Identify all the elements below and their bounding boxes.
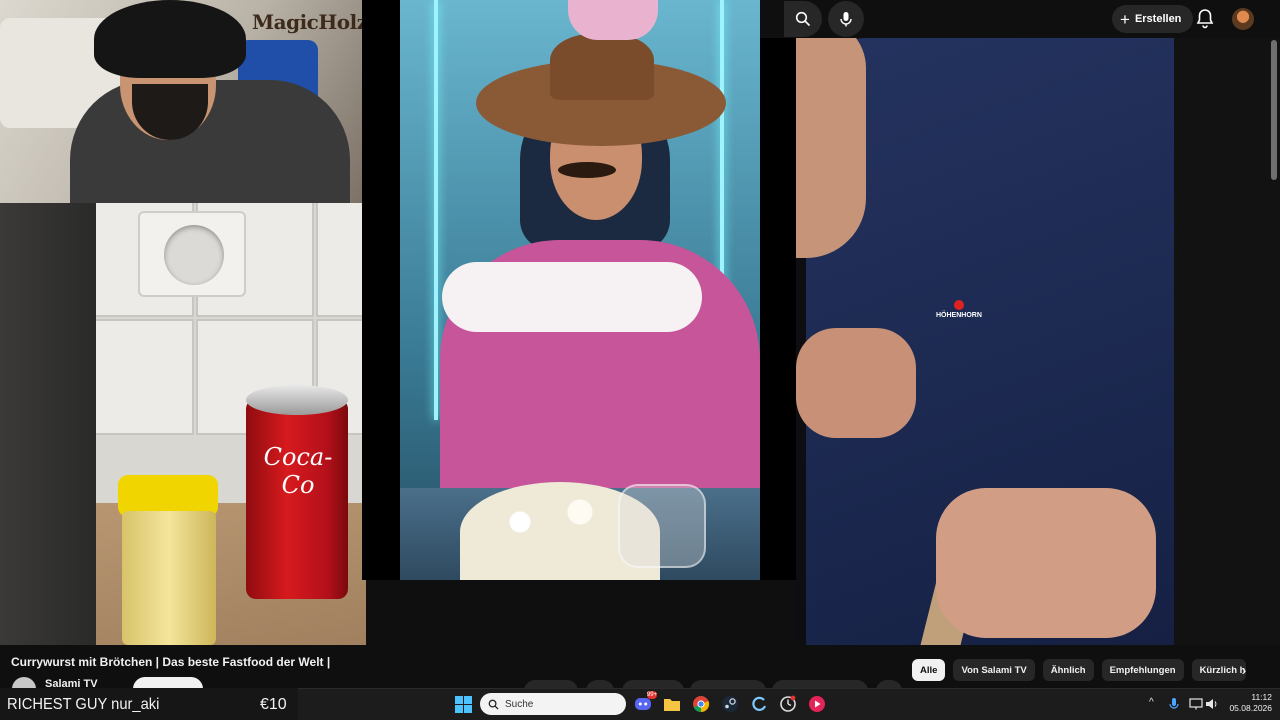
jacket-brand-logo: HÖHENHORN <box>936 300 982 319</box>
file-explorer-button[interactable] <box>662 694 682 714</box>
right-video: HÖHENHORN <box>796 38 1174 645</box>
kitchen-scene: Coca-Co <box>96 203 366 645</box>
microphone-icon <box>840 12 852 27</box>
chrome-button[interactable] <box>691 694 711 714</box>
donation-text: RICHEST GUY nur_aki <box>7 696 160 713</box>
steam-icon <box>722 696 738 712</box>
oil-jar <box>114 475 224 645</box>
can-logo: Coca-Co <box>263 443 333 499</box>
man-head <box>796 38 866 258</box>
notifications-bell-icon[interactable] <box>1195 8 1215 30</box>
wall-tile <box>96 319 194 435</box>
windows-icon <box>454 695 472 713</box>
play-app-icon <box>809 696 825 712</box>
chrome-icon <box>693 696 710 713</box>
video-info-strip: Currywurst mit Brötchen | Das beste Fast… <box>0 645 1280 688</box>
microphone-icon <box>1169 698 1179 709</box>
network-tray-button[interactable] <box>1188 695 1204 713</box>
video-title: Currywurst mit Brötchen | Das beste Fast… <box>11 655 331 669</box>
hand <box>936 488 1156 638</box>
create-button[interactable]: + Erstellen <box>1112 5 1194 33</box>
save-button[interactable] <box>690 680 766 688</box>
search-placeholder: Suche <box>505 698 534 710</box>
fur-trim <box>442 262 702 332</box>
donation-overlay: RICHEST GUY nur_aki €10 <box>0 688 298 720</box>
speaker-icon <box>1206 699 1217 709</box>
app-button-clock[interactable] <box>778 694 798 714</box>
volume-tray-button[interactable] <box>1204 695 1220 713</box>
discord-icon <box>635 698 651 710</box>
channel-name[interactable]: Salami TV <box>45 678 98 688</box>
vertical-video <box>400 0 760 580</box>
taskbar-search[interactable]: Suche <box>480 693 626 715</box>
chevron-up-icon[interactable]: ^ <box>1149 697 1154 708</box>
donation-amount: €10 <box>260 696 287 713</box>
dislike-button[interactable] <box>586 680 614 688</box>
wall-tile <box>316 203 366 317</box>
search-icon <box>795 11 811 27</box>
discord-taskbar-button[interactable]: 99+ <box>633 691 657 714</box>
chip-all[interactable]: Alle <box>912 659 946 681</box>
cola-can: Coca-Co <box>246 385 348 603</box>
microphone-tray-button[interactable] <box>1166 695 1182 713</box>
search-button[interactable] <box>784 1 822 37</box>
page-right-margin <box>1174 38 1280 645</box>
video-player[interactable]: MagicHolz Coca-Co HÖHENHORN + Erstellen <box>0 0 1280 645</box>
monitor-network-icon <box>1189 698 1203 710</box>
clock-time: 11:12 <box>1251 692 1272 702</box>
share-button[interactable] <box>622 680 684 688</box>
channel-avatar[interactable] <box>12 677 36 688</box>
app-button-c[interactable] <box>749 694 769 714</box>
streamer-cap <box>94 0 246 78</box>
video-left-edge <box>0 203 96 645</box>
search-icon <box>488 699 499 710</box>
facecam-overlay: MagicHolz <box>0 0 362 203</box>
clock-date: 05.08.2026 <box>1229 703 1272 713</box>
fake-mustache <box>558 162 616 178</box>
bunny-ears <box>568 0 658 40</box>
app-button-play[interactable] <box>807 694 827 714</box>
more-actions-button[interactable] <box>876 680 902 688</box>
account-avatar[interactable] <box>1232 8 1254 30</box>
notification-badge: 99+ <box>646 691 658 699</box>
plus-icon: + <box>1120 9 1130 29</box>
page-scrollbar[interactable] <box>1271 40 1277 180</box>
cowboy-hat-crown <box>550 34 654 100</box>
chip-similar[interactable]: Ähnlich <box>1042 659 1094 681</box>
steam-button[interactable] <box>720 694 740 714</box>
related-filter-chips: Alle Von Salami TV Ähnlich Empfehlungen … <box>912 659 1246 681</box>
create-label: Erstellen <box>1134 13 1182 25</box>
folder-icon <box>664 698 680 711</box>
power-socket <box>138 211 246 297</box>
hand <box>796 328 916 438</box>
subscribe-button[interactable] <box>133 677 203 688</box>
chip-from-channel[interactable]: Von Salami TV <box>953 659 1035 681</box>
neon-light <box>434 0 438 420</box>
voice-search-button[interactable] <box>828 1 864 37</box>
chip-recommendations[interactable]: Empfehlungen <box>1101 659 1184 681</box>
channel-watermark: MagicHolz <box>252 10 362 34</box>
refresh-app-icon <box>752 696 767 711</box>
snack-bowl <box>618 484 706 568</box>
chevron-right-icon[interactable]: › <box>1236 661 1252 679</box>
like-button[interactable] <box>524 680 578 688</box>
clock-app-icon <box>780 695 796 712</box>
clip-button[interactable] <box>772 680 868 688</box>
system-clock[interactable]: 11:12 05.08.2026 <box>1226 692 1272 714</box>
start-button[interactable] <box>453 694 473 714</box>
